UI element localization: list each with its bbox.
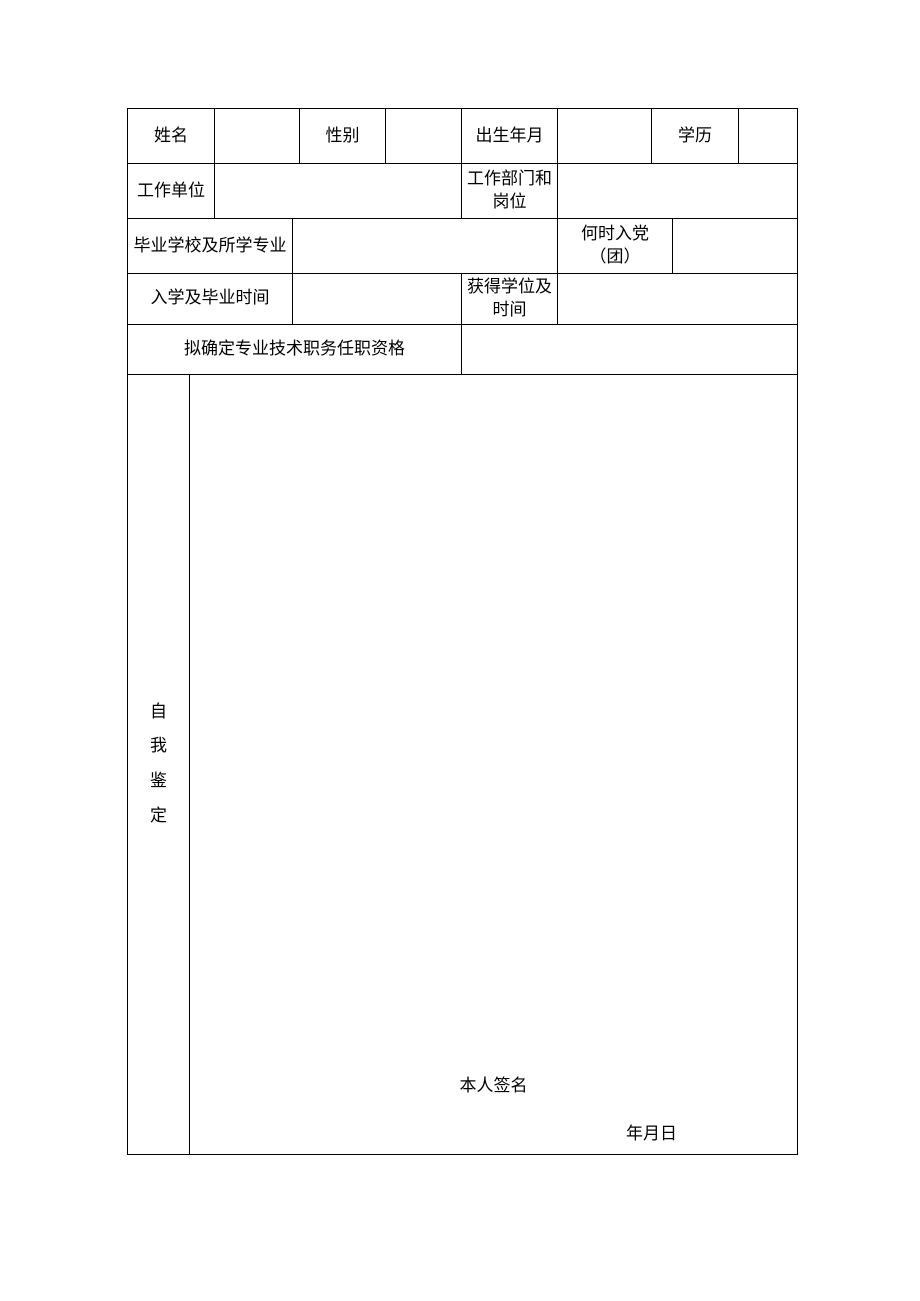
document-page: 姓名 性别 出生年月 学历 工作单位 工作部门和岗位 毕业学校及所学专业 何时入… xyxy=(0,0,920,1301)
label-enroll-grad: 入学及毕业时间 xyxy=(128,274,293,325)
value-name xyxy=(215,109,300,164)
label-name: 姓名 xyxy=(128,109,215,164)
value-gender xyxy=(386,109,462,164)
label-party-join: 何时入党（团） xyxy=(558,219,673,274)
self-eval-char-4: 定 xyxy=(132,805,185,828)
value-school-major xyxy=(293,219,558,274)
self-eval-char-3: 鉴 xyxy=(132,770,185,793)
value-qualification xyxy=(462,324,798,374)
label-degree-time: 获得学位及时间 xyxy=(462,274,558,325)
self-eval-char-1: 自 xyxy=(132,701,185,724)
label-dept-post: 工作部门和岗位 xyxy=(462,164,558,219)
self-evaluation-content: 本人签名 年月日 xyxy=(190,374,798,1154)
signature-label: 本人签名 xyxy=(190,1075,797,1098)
value-degree-time xyxy=(558,274,798,325)
value-education xyxy=(739,109,798,164)
form-table: 姓名 性别 出生年月 学历 工作单位 工作部门和岗位 毕业学校及所学专业 何时入… xyxy=(127,108,798,1155)
value-enroll-grad xyxy=(293,274,462,325)
self-eval-char-2: 我 xyxy=(132,735,185,758)
label-qualification: 拟确定专业技术职务任职资格 xyxy=(128,324,462,374)
value-party-join xyxy=(673,219,798,274)
label-work-unit: 工作单位 xyxy=(128,164,215,219)
label-school-major: 毕业学校及所学专业 xyxy=(128,219,293,274)
date-label: 年月日 xyxy=(626,1123,677,1146)
value-dept-post xyxy=(558,164,798,219)
label-gender: 性别 xyxy=(300,109,386,164)
label-education: 学历 xyxy=(652,109,739,164)
label-self-evaluation: 自 我 鉴 定 xyxy=(128,374,190,1154)
value-work-unit xyxy=(215,164,462,219)
value-birth xyxy=(558,109,652,164)
label-birth: 出生年月 xyxy=(462,109,558,164)
